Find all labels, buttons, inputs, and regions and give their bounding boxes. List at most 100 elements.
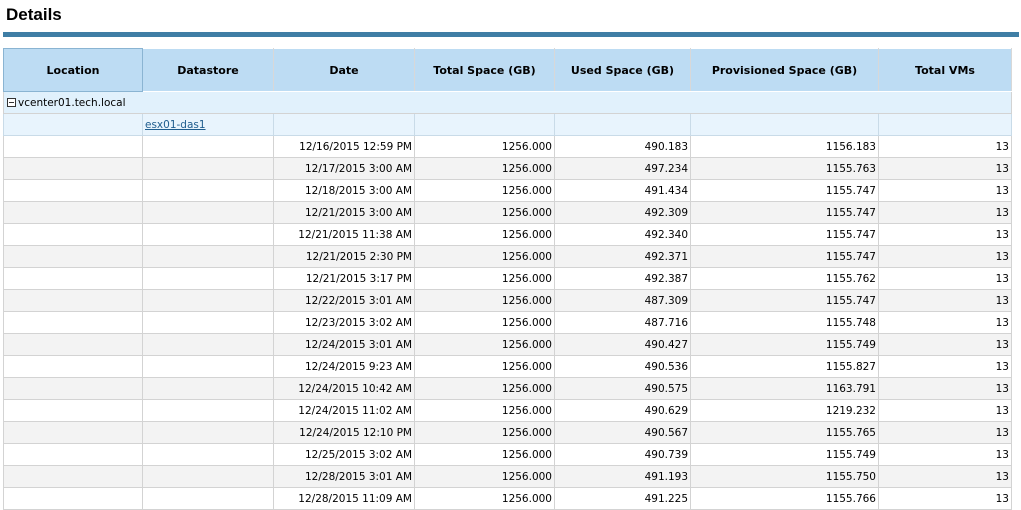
- table-cell: [3, 421, 143, 444]
- table-cell: esx01-das1: [142, 113, 274, 136]
- used-space-cell: 491.434: [554, 179, 691, 202]
- table-row: 12/28/2015 3:01 AM 1256.000 491.193 1155.75…: [3, 465, 1012, 488]
- table-row: 12/18/2015 3:00 AM 1256.000 491.434 1155.74…: [3, 179, 1012, 202]
- used-space-cell: 492.309: [554, 201, 691, 224]
- total-space-cell: 1256.000: [414, 223, 555, 246]
- total-vms-cell: 13: [878, 267, 1012, 290]
- column-header-used-space[interactable]: Used Space (GB): [554, 48, 691, 92]
- provisioned-space-cell: 1155.762: [690, 267, 879, 290]
- date-cell: 12/21/2015 3:17 PM: [273, 267, 415, 290]
- total-space-cell: 1256.000: [414, 443, 555, 466]
- provisioned-space-cell: 1155.749: [690, 443, 879, 466]
- title-divider: [3, 32, 1019, 37]
- column-header-total-vms[interactable]: Total VMs: [878, 48, 1012, 92]
- column-header-provisioned-space[interactable]: Provisioned Space (GB): [690, 48, 879, 92]
- table-cell: [3, 135, 143, 158]
- datastore-link[interactable]: esx01-das1: [145, 119, 206, 131]
- used-space-cell: 491.225: [554, 487, 691, 510]
- date-cell: 12/21/2015 11:38 AM: [273, 223, 415, 246]
- table-cell: [3, 487, 143, 510]
- table-cell: [142, 157, 274, 180]
- collapse-icon[interactable]: [7, 98, 16, 107]
- provisioned-space-cell: 1155.766: [690, 487, 879, 510]
- date-cell: 12/23/2015 3:02 AM: [273, 311, 415, 334]
- table-cell: [3, 157, 143, 180]
- total-vms-cell: 13: [878, 289, 1012, 312]
- date-cell: 12/24/2015 12:10 PM: [273, 421, 415, 444]
- table-row: 12/21/2015 2:30 PM 1256.000 492.371 1155.74…: [3, 245, 1012, 268]
- header-row: Location Datastore Date Total Space (GB)…: [3, 48, 1012, 92]
- table-row: 12/21/2015 3:00 AM 1256.000 492.309 1155.74…: [3, 201, 1012, 224]
- table-cell: [3, 113, 143, 136]
- table-cell: [142, 179, 274, 202]
- total-space-cell: 1256.000: [414, 245, 555, 268]
- table-cell: [3, 311, 143, 334]
- date-cell: 12/24/2015 3:01 AM: [273, 333, 415, 356]
- date-cell: 12/17/2015 3:00 AM: [273, 157, 415, 180]
- date-cell: 12/21/2015 2:30 PM: [273, 245, 415, 268]
- table-cell: [3, 267, 143, 290]
- date-cell: 12/21/2015 3:00 AM: [273, 201, 415, 224]
- table-cell: [142, 421, 274, 444]
- table-cell: [142, 289, 274, 312]
- used-space-cell: 487.716: [554, 311, 691, 334]
- column-header-date[interactable]: Date: [273, 48, 415, 92]
- total-vms-cell: 13: [878, 135, 1012, 158]
- table-cell: [3, 333, 143, 356]
- total-vms-cell: 13: [878, 201, 1012, 224]
- provisioned-space-cell: 1155.763: [690, 157, 879, 180]
- column-header-total-space[interactable]: Total Space (GB): [414, 48, 555, 92]
- table-cell: [142, 487, 274, 510]
- total-vms-cell: 13: [878, 399, 1012, 422]
- total-space-cell: 1256.000: [414, 487, 555, 510]
- table-cell: [142, 311, 274, 334]
- page-title: Details: [6, 5, 62, 24]
- provisioned-space-cell: 1155.765: [690, 421, 879, 444]
- table-cell: [3, 355, 143, 378]
- group-location-label: vcenter01.tech.local: [18, 96, 126, 109]
- total-vms-cell: 13: [878, 157, 1012, 180]
- used-space-cell: 487.309: [554, 289, 691, 312]
- provisioned-space-cell: 1155.749: [690, 333, 879, 356]
- total-vms-cell: 13: [878, 311, 1012, 334]
- total-space-cell: 1256.000: [414, 157, 555, 180]
- table-cell: [142, 333, 274, 356]
- total-space-cell: 1256.000: [414, 179, 555, 202]
- column-header-location[interactable]: Location: [3, 48, 143, 92]
- table-cell: [142, 443, 274, 466]
- provisioned-space-cell: 1219.232: [690, 399, 879, 422]
- date-cell: 12/28/2015 3:01 AM: [273, 465, 415, 488]
- used-space-cell: 492.387: [554, 267, 691, 290]
- table-cell: [142, 201, 274, 224]
- total-vms-cell: 13: [878, 333, 1012, 356]
- table-row: 12/24/2015 11:02 AM 1256.000 490.629 1219.2…: [3, 399, 1012, 422]
- total-vms-cell: 13: [878, 179, 1012, 202]
- table-cell: [142, 245, 274, 268]
- table-cell: [142, 399, 274, 422]
- total-vms-cell: 13: [878, 443, 1012, 466]
- table-cell: [273, 113, 415, 136]
- date-cell: 12/24/2015 11:02 AM: [273, 399, 415, 422]
- table-row: 12/24/2015 12:10 PM 1256.000 490.567 1155.7…: [3, 421, 1012, 444]
- total-vms-cell: 13: [878, 487, 1012, 510]
- date-cell: 12/28/2015 11:09 AM: [273, 487, 415, 510]
- datastore-row: esx01-das1: [3, 113, 1012, 136]
- date-cell: 12/18/2015 3:00 AM: [273, 179, 415, 202]
- used-space-cell: 490.739: [554, 443, 691, 466]
- column-header-datastore[interactable]: Datastore: [142, 48, 274, 92]
- date-cell: 12/25/2015 3:02 AM: [273, 443, 415, 466]
- table-cell: [3, 179, 143, 202]
- table-cell: [3, 289, 143, 312]
- group-row: vcenter01.tech.local: [3, 91, 1012, 114]
- table-cell: [3, 223, 143, 246]
- table-cell: [3, 399, 143, 422]
- used-space-cell: 490.575: [554, 377, 691, 400]
- table-row: 12/28/2015 11:09 AM 1256.000 491.225 1155.7…: [3, 487, 1012, 510]
- total-vms-cell: 13: [878, 223, 1012, 246]
- date-cell: 12/24/2015 9:23 AM: [273, 355, 415, 378]
- total-space-cell: 1256.000: [414, 355, 555, 378]
- group-cell: vcenter01.tech.local: [3, 91, 1012, 114]
- table-cell: [554, 113, 691, 136]
- used-space-cell: 490.629: [554, 399, 691, 422]
- table-row: 12/22/2015 3:01 AM 1256.000 487.309 1155.74…: [3, 289, 1012, 312]
